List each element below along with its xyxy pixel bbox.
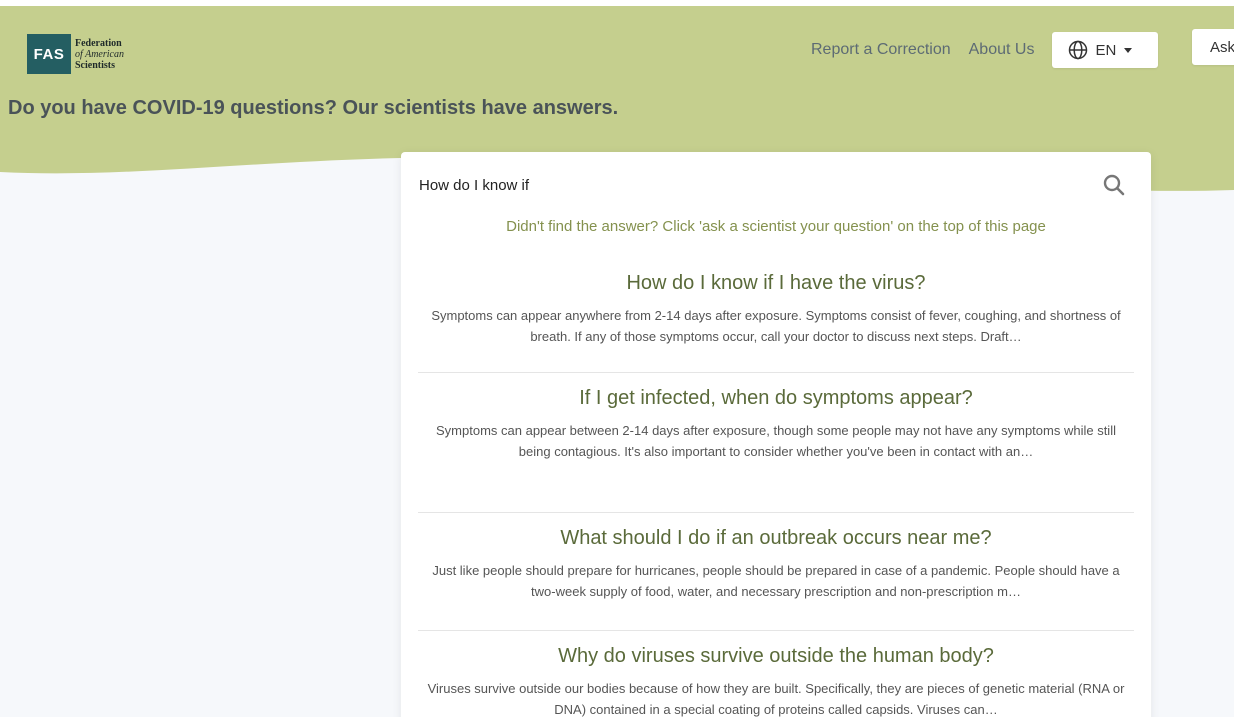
logo-wordmark: Federation of American Scientists [75, 38, 124, 71]
logo-line-3: Scientists [75, 59, 115, 71]
result-item[interactable]: How do I know if I have the virus? Sympt… [418, 258, 1134, 373]
search-hint: Didn't find the answer? Click 'ask a sci… [506, 218, 1046, 235]
result-snippet: Viruses survive outside our bodies becau… [427, 681, 1125, 717]
search-input[interactable] [419, 176, 1099, 194]
result-item[interactable]: What should I do if an outbreak occurs n… [418, 513, 1134, 631]
search-bar [401, 152, 1151, 218]
language-dropdown[interactable]: EN [1052, 32, 1159, 68]
result-snippet: Just like people should prepare for hurr… [432, 563, 1120, 599]
result-title[interactable]: How do I know if I have the virus? [418, 258, 1134, 297]
result-item[interactable]: Why do viruses survive outside the human… [418, 631, 1134, 717]
report-correction-link[interactable]: Report a Correction [811, 41, 951, 59]
fas-logo[interactable]: FAS Federation of American Scientists [27, 34, 124, 74]
result-title[interactable]: If I get infected, when do symptoms appe… [418, 373, 1134, 412]
result-snippet: Symptoms can appear between 2-14 days af… [436, 423, 1116, 459]
language-label: EN [1095, 41, 1117, 59]
top-nav: Report a Correction About Us EN [811, 29, 1159, 71]
about-us-link[interactable]: About Us [969, 41, 1035, 59]
result-item[interactable]: If I get infected, when do symptoms appe… [418, 373, 1134, 513]
page-title: Do you have COVID-19 questions? Our scie… [8, 97, 619, 119]
result-snippet: Symptoms can appear anywhere from 2-14 d… [431, 308, 1121, 344]
globe-icon [1069, 40, 1088, 60]
result-title[interactable]: Why do viruses survive outside the human… [418, 631, 1134, 670]
logo-mark: FAS [27, 34, 71, 74]
result-title[interactable]: What should I do if an outbreak occurs n… [418, 513, 1134, 552]
ask-scientist-button[interactable]: Ask [1192, 29, 1234, 65]
search-icon[interactable] [1103, 174, 1125, 196]
logo-line-2: of American [75, 48, 124, 60]
results-list: How do I know if I have the virus? Sympt… [401, 258, 1151, 717]
logo-line-1: Federation [75, 37, 122, 49]
chevron-down-icon [1124, 47, 1133, 53]
search-card: Didn't find the answer? Click 'ask a sci… [401, 152, 1151, 717]
